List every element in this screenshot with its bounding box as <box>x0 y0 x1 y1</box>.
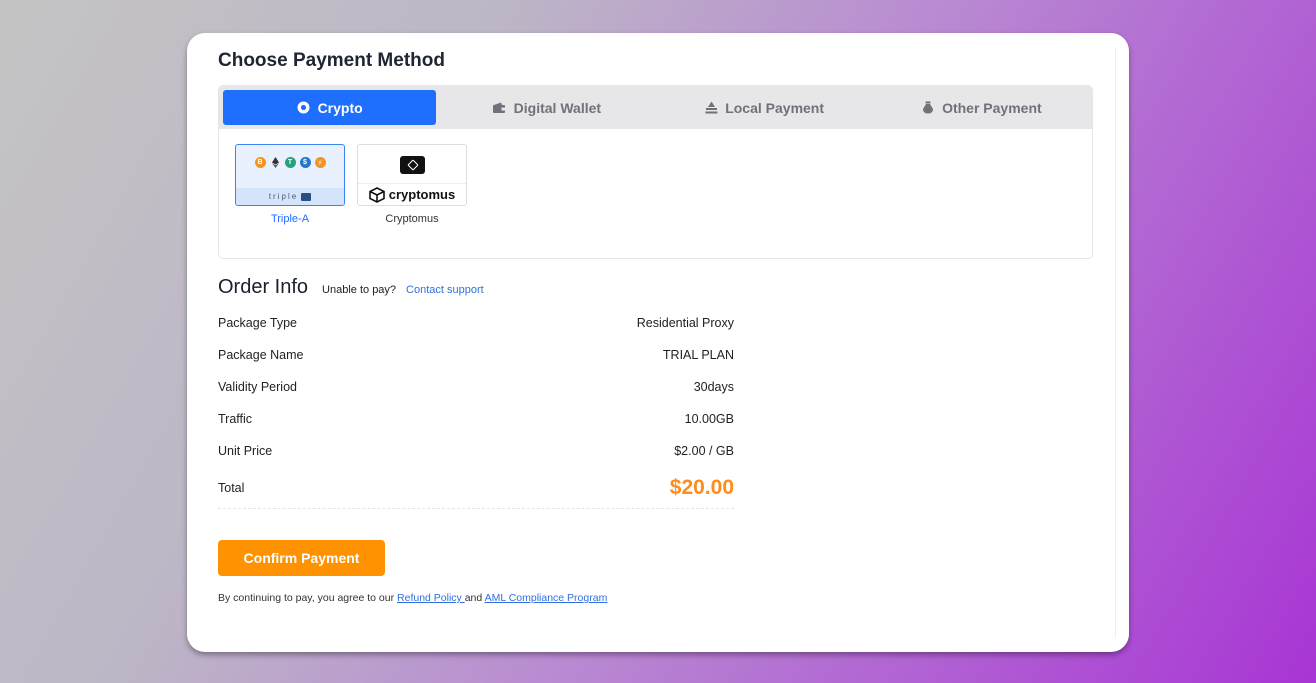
payment-methods: B T $ ⚡ triple Triple-A cryptomus Crypto… <box>235 144 479 225</box>
order-row-package-type: Package Type Residential Proxy <box>218 307 734 339</box>
triple-a-wordmark: triple <box>236 188 344 205</box>
aml-compliance-link[interactable]: AML Compliance Program <box>485 592 608 604</box>
method-triple-a[interactable]: B T $ ⚡ triple Triple-A <box>235 144 345 225</box>
method-label: Cryptomus <box>385 213 439 225</box>
order-row-traffic: Traffic 10.00GB <box>218 403 734 435</box>
tab-label: Crypto <box>317 99 363 116</box>
wallet-icon <box>493 101 507 115</box>
bank-icon <box>704 101 718 115</box>
row-value: 30days <box>693 380 734 394</box>
cube-icon <box>368 186 385 203</box>
crypto-icon <box>297 101 311 115</box>
order-row-package-name: Package Name TRIAL PLAN <box>218 339 734 371</box>
total-label: Total <box>218 480 245 495</box>
terms-prefix: By continuing to pay, you agree to our <box>218 592 395 604</box>
usdc-icon: $ <box>299 157 311 168</box>
tab-digital-wallet[interactable]: Digital Wallet <box>440 90 653 125</box>
order-info-title: Order Info <box>218 276 309 298</box>
method-label: Triple-A <box>270 213 310 225</box>
row-label: Unit Price <box>218 444 273 458</box>
row-label: Traffic <box>218 412 253 426</box>
page-title: Choose Payment Method <box>218 50 445 71</box>
tether-icon: T <box>284 157 296 168</box>
row-label: Validity Period <box>218 380 297 394</box>
cryptomus-wordmark: cryptomus <box>358 183 466 205</box>
terms-text: By continuing to pay, you agree to our R… <box>218 592 607 604</box>
tab-other-payment[interactable]: Other Payment <box>875 90 1088 125</box>
total-value: $20.00 <box>669 475 734 499</box>
payment-card: Choose Payment Method Crypto Digital Wal… <box>187 33 1129 652</box>
cryptomus-cube-icon <box>400 156 425 174</box>
contact-support-link[interactable]: Contact support <box>406 284 484 296</box>
tab-label: Other Payment <box>942 99 1042 116</box>
cryptomus-logo-text: cryptomus <box>388 187 456 202</box>
order-details: Package Type Residential Proxy Package N… <box>218 307 734 509</box>
triple-a-logo: B T $ ⚡ triple <box>235 144 345 206</box>
refund-policy-link[interactable]: Refund Policy <box>397 592 465 604</box>
row-label: Package Name <box>218 348 304 362</box>
coin-icons: B T $ ⚡ <box>236 157 344 168</box>
order-row-unit-price: Unit Price $2.00 / GB <box>218 435 734 467</box>
unable-to-pay-text: Unable to pay? <box>322 284 397 296</box>
row-value: $2.00 / GB <box>674 444 734 458</box>
order-row-validity-period: Validity Period 30days <box>218 371 734 403</box>
tab-crypto[interactable]: Crypto <box>223 90 437 125</box>
tab-label: Local Payment <box>725 99 825 116</box>
money-bag-icon <box>921 101 935 115</box>
confirm-payment-button[interactable]: Confirm Payment <box>218 540 385 576</box>
row-value: 10.00GB <box>684 412 734 426</box>
ethereum-icon <box>270 157 281 168</box>
row-value: Residential Proxy <box>636 316 734 330</box>
payment-method-panel: Crypto Digital Wallet Local Payment Othe… <box>218 85 1093 259</box>
row-value: TRIAL PLAN <box>662 348 734 362</box>
bitcoin-icon: B <box>254 157 266 168</box>
method-cryptomus[interactable]: cryptomus Cryptomus <box>357 144 467 225</box>
tab-label: Digital Wallet <box>513 99 602 116</box>
divider <box>1115 47 1116 638</box>
order-row-total: Total $20.00 <box>218 467 734 509</box>
terms-and: and <box>464 592 485 604</box>
order-info-header: Order Info Unable to pay? Contact suppor… <box>218 276 484 299</box>
payment-tabs: Crypto Digital Wallet Local Payment Othe… <box>219 86 1092 129</box>
tab-local-payment[interactable]: Local Payment <box>658 90 871 125</box>
cryptomus-logo: cryptomus <box>357 144 467 206</box>
row-label: Package Type <box>218 316 297 330</box>
lightning-icon: ⚡ <box>314 157 326 168</box>
triple-a-logo-text: triple <box>268 192 299 201</box>
